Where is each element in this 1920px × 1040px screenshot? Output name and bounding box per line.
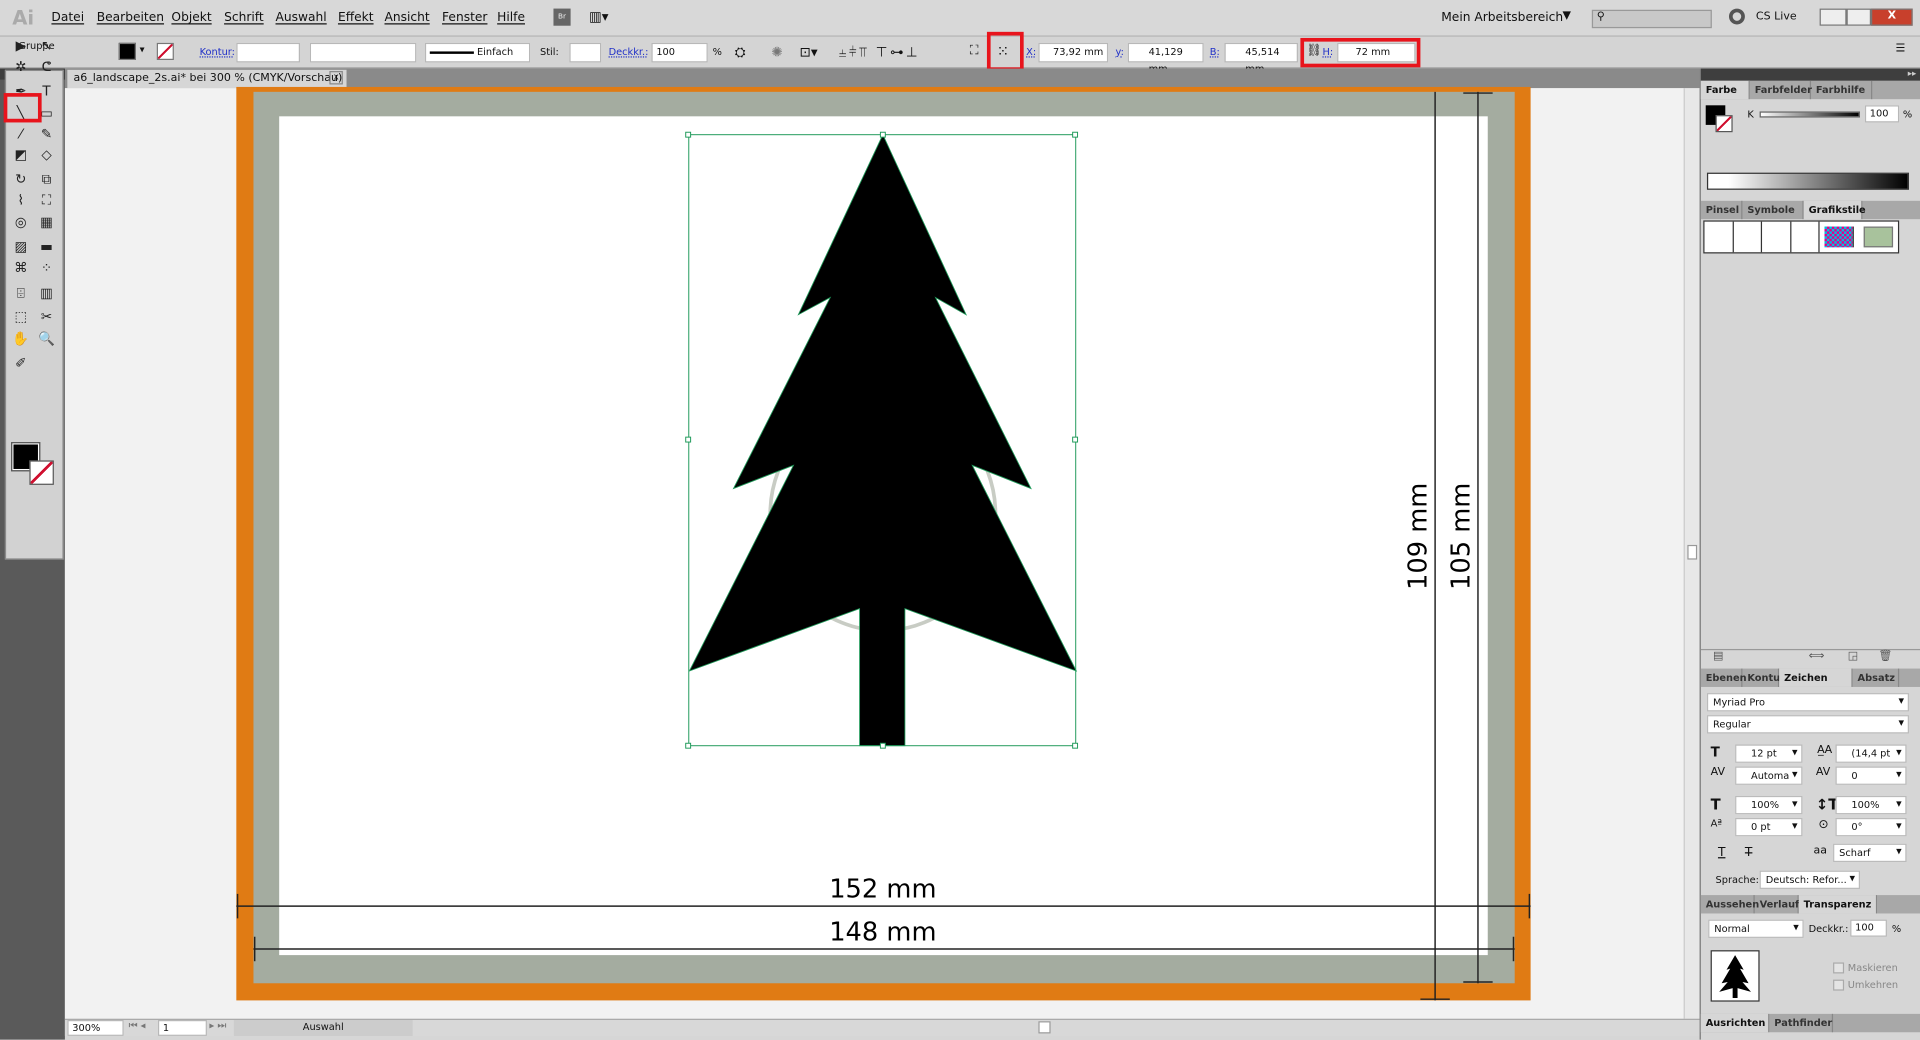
- font-size-icon: T: [1710, 744, 1720, 761]
- tab-absatz[interactable]: Absatz: [1853, 668, 1900, 687]
- object-thumbnail[interactable]: [1710, 950, 1760, 1002]
- tab-verlauf[interactable]: Verlauf: [1755, 895, 1799, 914]
- tab-ebenen[interactable]: Ebenen: [1701, 668, 1747, 687]
- invert-checkbox[interactable]: [1833, 979, 1845, 991]
- tab-pathfinder[interactable]: Pathfinder: [1769, 1013, 1834, 1033]
- baseline-shift-icon: Aª: [1710, 817, 1722, 829]
- k-input[interactable]: 100: [1864, 105, 1900, 123]
- tab-farbfelder[interactable]: Farbfelder: [1750, 80, 1812, 100]
- tab-aussehen[interactable]: Aussehen: [1701, 895, 1759, 914]
- tab-farbhilfe[interactable]: Farbhilfe: [1811, 80, 1873, 100]
- transparency-opacity-input[interactable]: 100: [1850, 919, 1887, 937]
- zoom-select[interactable]: 300%: [67, 1020, 124, 1036]
- leading-icon: A̲A: [1817, 744, 1833, 757]
- k-percent: %: [1902, 108, 1913, 121]
- font-style-select[interactable]: Regular: [1706, 715, 1909, 734]
- tracking-input[interactable]: 0: [1835, 766, 1907, 785]
- language-label: Sprache:: [1715, 874, 1759, 886]
- styles-panel-tabs: Pinsel Symbole Grafikstile: [1700, 200, 1920, 220]
- style-swatch[interactable]: [1733, 221, 1763, 253]
- dimension-inner-width: 148 mm: [829, 917, 936, 947]
- style-swatch[interactable]: [1791, 221, 1820, 253]
- tree-thumbnail-icon: [1719, 955, 1752, 998]
- color-spectrum[interactable]: [1706, 172, 1909, 190]
- kerning-input[interactable]: Automa: [1735, 766, 1803, 785]
- dimension-inner-height: 105 mm: [1446, 483, 1476, 590]
- horizontal-scroll-thumb[interactable]: [1038, 1021, 1051, 1034]
- color-panel-tabs: Farbe Farbfelder Farbhilfe: [1700, 80, 1920, 100]
- vertical-scrollbar[interactable]: [1683, 88, 1700, 1019]
- style-swatch[interactable]: [1863, 226, 1894, 248]
- k-label: K: [1747, 108, 1754, 121]
- transparency-opacity-label: Deckkr.:: [1808, 923, 1849, 935]
- strikethrough-button[interactable]: T: [1745, 846, 1752, 859]
- vertical-scale-input[interactable]: 100%: [1835, 795, 1907, 815]
- antialias-select[interactable]: Scharf: [1833, 843, 1907, 863]
- mask-checkbox[interactable]: [1833, 962, 1845, 974]
- horizontal-scale-input[interactable]: 100%: [1735, 795, 1803, 815]
- status-bar: 300% ⏮ ◂ 1 ▸ ⏭ Auswahl: [64, 1018, 1700, 1036]
- font-family-select[interactable]: Myriad Pro: [1706, 693, 1909, 712]
- page-nav-prev[interactable]: ⏮ ◂: [129, 1020, 146, 1032]
- language-select[interactable]: Deutsch: Refor...: [1759, 870, 1861, 889]
- font-size-input[interactable]: 12 pt: [1735, 744, 1803, 763]
- kerning-icon: AV: [1710, 766, 1726, 779]
- tab-grafikstile[interactable]: Grafikstile: [1803, 200, 1866, 220]
- style-swatch[interactable]: [1704, 221, 1734, 253]
- style-swatch[interactable]: [1824, 226, 1854, 248]
- dimension-outer-height: 109 mm: [1404, 483, 1434, 590]
- character-panel-tabs: Ebenen Kontur Zeichen Absatz: [1700, 668, 1920, 687]
- break-link-icon[interactable]: ⟺: [1809, 650, 1825, 662]
- mask-label: Maskieren: [1847, 962, 1898, 974]
- tab-symbole[interactable]: Symbole: [1742, 200, 1804, 220]
- dimension-outer-width: 152 mm: [829, 875, 936, 905]
- status-mode[interactable]: Auswahl: [233, 1020, 413, 1036]
- right-panel-dock: ▸▸ Farbe Farbfelder Farbhilfe K 100 % Pi…: [1699, 68, 1920, 1040]
- align-panel-tabs: Ausrichten Pathfinder: [1700, 1013, 1920, 1033]
- rotation-input[interactable]: 0°: [1835, 817, 1907, 837]
- baseline-shift-input[interactable]: 0 pt: [1735, 817, 1803, 837]
- transparency-panel-tabs: Aussehen Verlauf Transparenz: [1700, 895, 1920, 914]
- graphic-styles-list: [1703, 220, 1900, 254]
- tab-kontur[interactable]: Kontur: [1742, 668, 1785, 687]
- scroll-thumb[interactable]: [1687, 544, 1698, 560]
- tab-transparenz[interactable]: Transparenz: [1798, 895, 1878, 914]
- new-style-icon[interactable]: ◲: [1848, 650, 1858, 662]
- expand-panels-icon[interactable]: ▸▸: [1700, 68, 1920, 81]
- stroke-color-preview[interactable]: [1715, 115, 1733, 133]
- page-select[interactable]: 1: [157, 1020, 207, 1036]
- tab-zeichen[interactable]: Zeichen: [1779, 668, 1853, 687]
- artboard[interactable]: 152 mm 148 mm 109 mm 105 mm: [0, 0, 1920, 1040]
- page-nav-next[interactable]: ▸ ⏭: [209, 1020, 226, 1032]
- invert-label: Umkehren: [1847, 979, 1899, 991]
- horizontal-scale-icon: T: [1710, 795, 1721, 814]
- tracking-icon: AV: [1815, 766, 1831, 779]
- tab-pinsel[interactable]: Pinsel: [1701, 200, 1743, 220]
- leading-input[interactable]: (14,4 pt: [1835, 744, 1907, 763]
- tab-farbe[interactable]: Farbe: [1700, 80, 1750, 100]
- antialias-icon: aa: [1813, 844, 1827, 858]
- trash-icon[interactable]: 🗑: [1878, 650, 1892, 662]
- styles-panel-footer: ▤ ⟺ ◲ 🗑: [1700, 648, 1920, 666]
- library-icon[interactable]: ▤: [1713, 650, 1723, 662]
- underline-button[interactable]: T: [1718, 846, 1725, 859]
- blend-mode-select[interactable]: Normal: [1708, 919, 1804, 938]
- style-swatch[interactable]: [1762, 221, 1791, 253]
- k-slider[interactable]: [1759, 111, 1861, 118]
- tab-ausrichten[interactable]: Ausrichten: [1700, 1013, 1770, 1033]
- character-rotation-icon: ⊙: [1818, 817, 1829, 832]
- transparency-percent: %: [1891, 923, 1902, 935]
